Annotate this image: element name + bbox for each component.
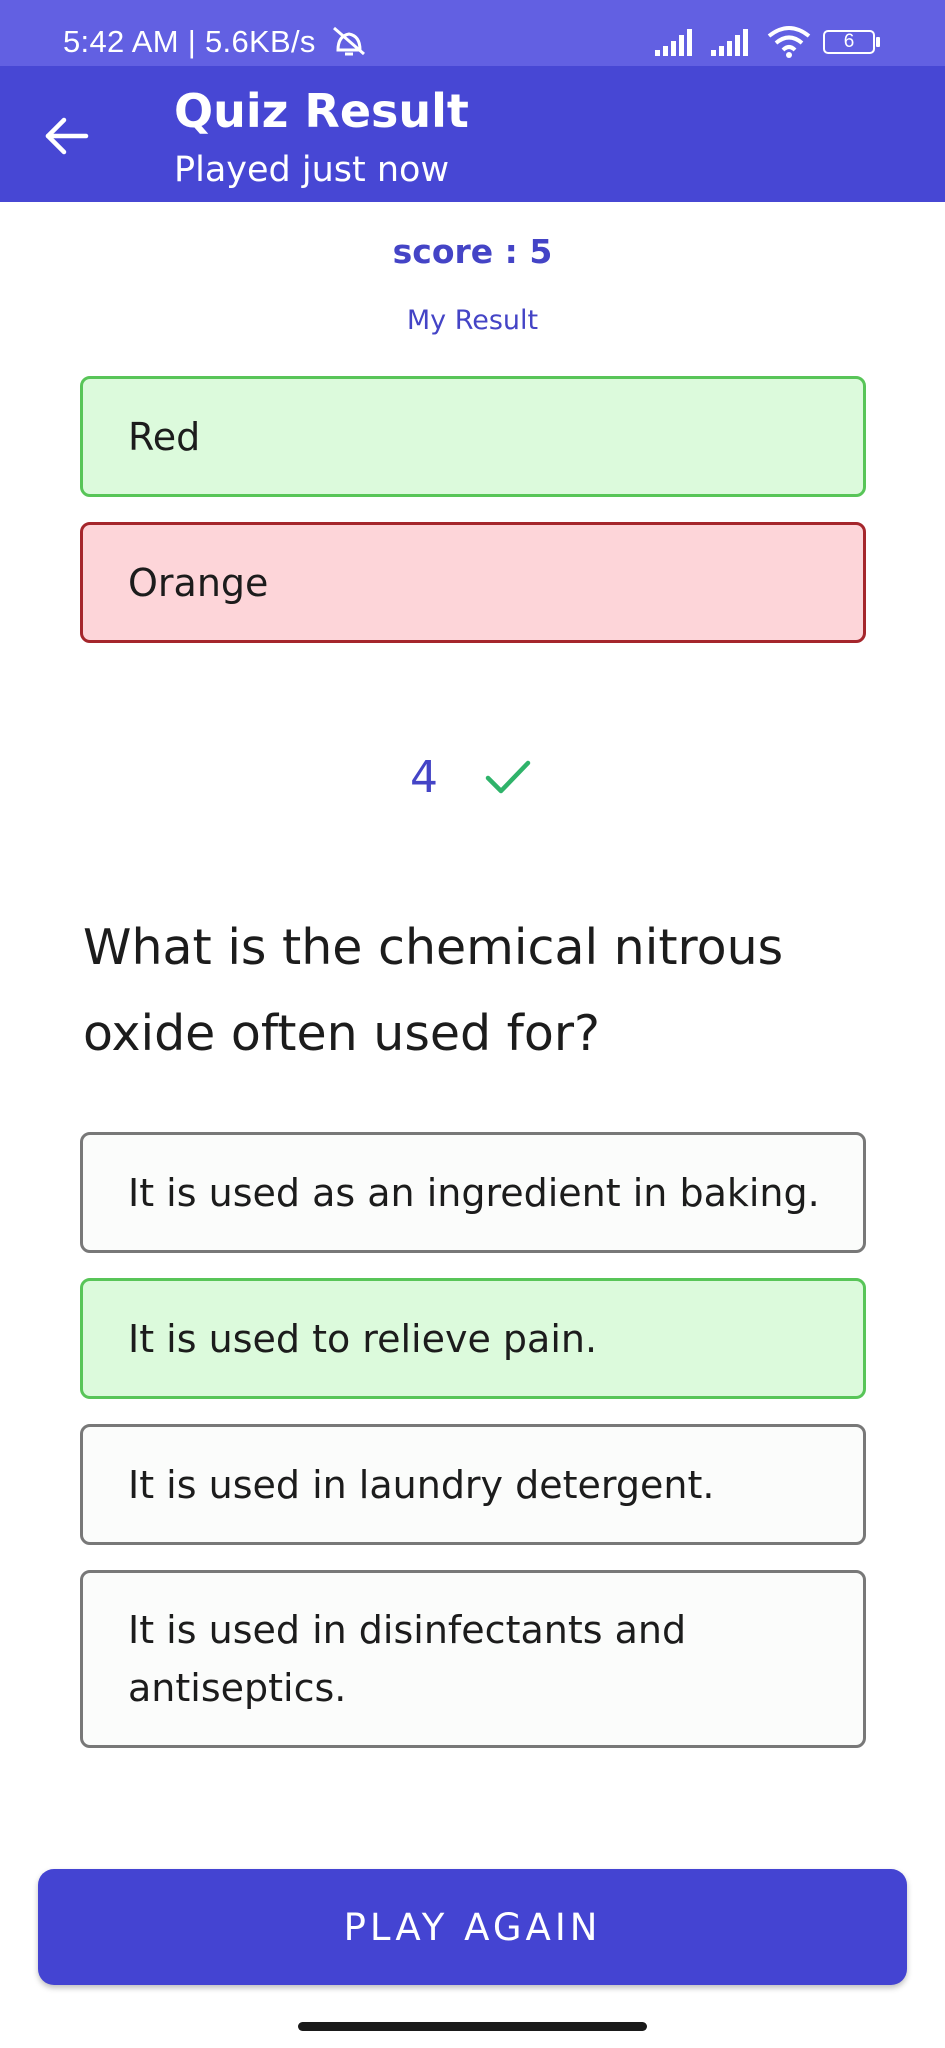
wifi-icon [767, 26, 811, 58]
answer-option-label: It is used in laundry detergent. [128, 1462, 715, 1507]
status-icons: 6 [625, 0, 945, 66]
answer-option-label: It is used to relieve pain. [128, 1316, 598, 1361]
answer-option-label: It is used as an ingredient in baking. [128, 1170, 820, 1215]
status-bar: 5:42 AM | 5.6KB/s 6 [0, 0, 945, 66]
question-text: What is the chemical nitrous oxide often… [83, 919, 784, 1062]
battery-icon: 6 [823, 30, 875, 54]
home-indicator[interactable] [298, 2022, 647, 2031]
answer-option: It is used in laundry detergent. [80, 1424, 866, 1545]
check-icon [485, 760, 531, 794]
back-arrow-icon[interactable] [40, 110, 92, 162]
my-result-label: My Result [406, 305, 539, 336]
alarm-off-icon [333, 26, 365, 56]
page-title: Quiz Result [174, 84, 469, 138]
page-subtitle: Played just now [174, 150, 450, 190]
play-again-label: PLAY AGAIN [343, 1905, 602, 1949]
play-again-button[interactable]: PLAY AGAIN [38, 1869, 907, 1985]
answer-option-label: It is used in disinfectants and antisept… [128, 1608, 687, 1710]
answer-option-correct: Red [80, 376, 866, 497]
status-time: 5:42 AM | 5.6KB/s [63, 24, 316, 59]
answer-option-label: Orange [128, 560, 269, 605]
signal-icon-2 [711, 29, 748, 56]
question-number: 4 [410, 752, 438, 803]
battery-level: 6 [843, 31, 855, 52]
answer-option: It is used in disinfectants and antisept… [80, 1570, 866, 1748]
battery-tip [876, 37, 880, 47]
app-bar: Quiz Result Played just now [0, 66, 945, 202]
signal-icon [655, 29, 692, 56]
answer-option: It is used as an ingredient in baking. [80, 1132, 866, 1253]
answer-option-label: Red [128, 414, 201, 459]
score-text: score : 5 [392, 232, 553, 271]
answer-option-wrong: Orange [80, 522, 866, 643]
answer-option-correct: It is used to relieve pain. [80, 1278, 866, 1399]
